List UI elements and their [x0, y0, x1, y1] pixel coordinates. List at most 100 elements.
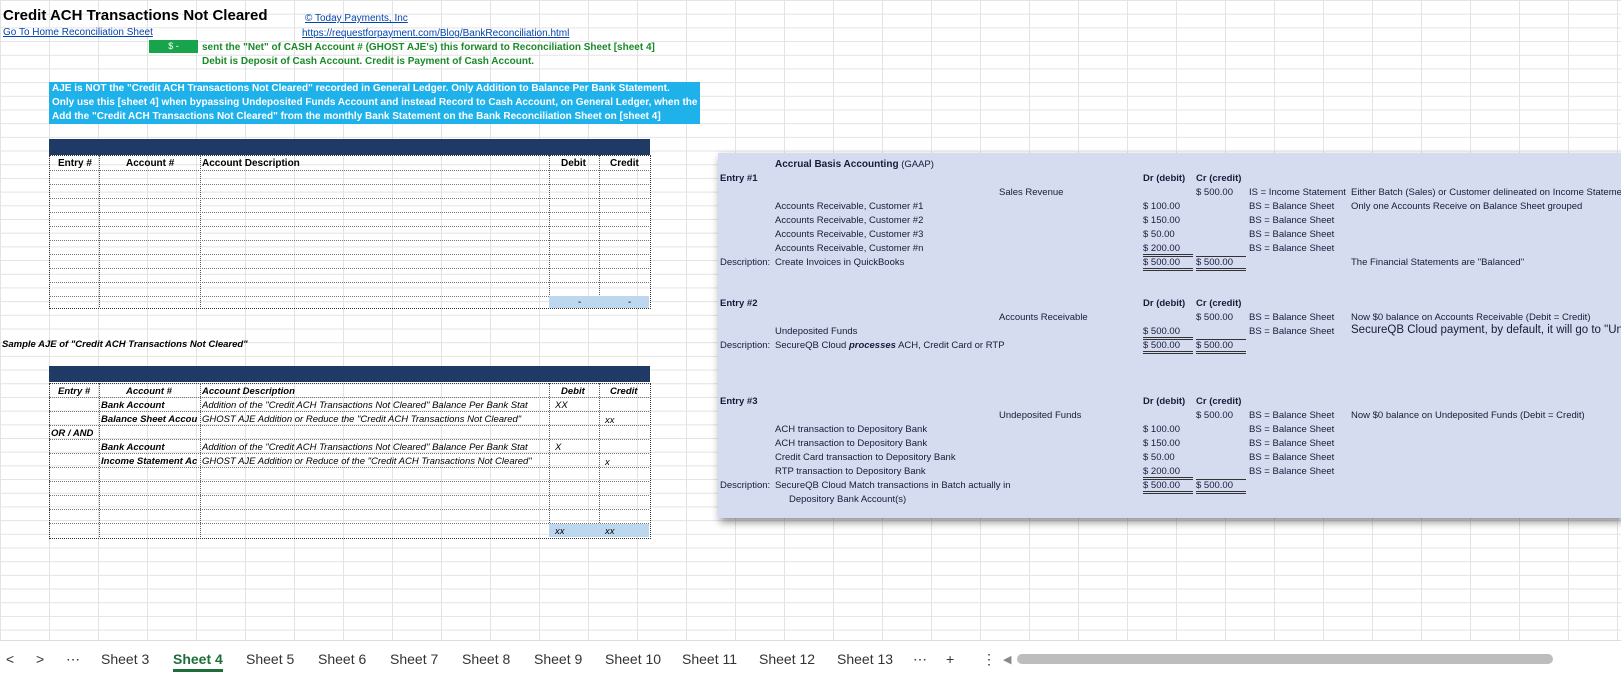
- entry2-cr-label: Cr (credit): [1196, 298, 1242, 309]
- tab-sheet-9[interactable]: Sheet 9: [534, 651, 582, 667]
- entry1-line1-bs: BS = Balance Sheet: [1249, 201, 1335, 212]
- url-link[interactable]: https://requestforpayment.com/Blog/BankR…: [302, 28, 569, 39]
- entry1-right-note-2: Only one Accounts Receive on Balance She…: [1351, 201, 1583, 212]
- tab-sheet-4[interactable]: Sheet 4: [173, 651, 223, 672]
- t2-row2-credit[interactable]: xx: [605, 415, 615, 426]
- entry2-desc-label: Description:: [720, 340, 771, 351]
- entry3-line1-bs: BS = Balance Sheet: [1249, 424, 1335, 435]
- prev-sheet-button[interactable]: <: [6, 651, 14, 667]
- entry1-line4-account: Accounts Receivable, Customer #n: [775, 243, 924, 254]
- t2-row1-desc[interactable]: Addition of the "Credit ACH Transactions…: [202, 400, 547, 411]
- entry1-credit-account: Sales Revenue: [999, 187, 1064, 198]
- entry3-total-dr: $ 500.00: [1143, 479, 1193, 494]
- add-sheet-button[interactable]: +: [946, 651, 954, 667]
- entry3-line1-amount: $ 100.00: [1143, 424, 1180, 435]
- t2-total-credit[interactable]: xx: [605, 526, 615, 537]
- entry3-credit-amount: $ 500.00: [1196, 410, 1233, 421]
- tab-sheet-13[interactable]: Sheet 13: [837, 651, 893, 667]
- entry3-total-cr: $ 500.00: [1196, 479, 1246, 494]
- t1-header-credit: Credit: [610, 158, 639, 169]
- entry2-credit-amount: $ 500.00: [1196, 312, 1233, 323]
- t2-header-entry: Entry #: [58, 386, 91, 397]
- copyright-link[interactable]: © Today Payments, Inc: [305, 13, 408, 24]
- t1-total-debit[interactable]: -: [578, 297, 581, 308]
- info-line-2: Only use this [sheet 4] when bypassing U…: [52, 97, 700, 108]
- entry2-debit-account: Undeposited Funds: [775, 326, 858, 337]
- entry3-note: Now $0 balance on Undeposited Funds (Deb…: [1351, 410, 1585, 421]
- sample-aje-label: Sample AJE of "Credit ACH Transactions N…: [2, 339, 248, 350]
- t2-header-debit: Debit: [561, 386, 585, 397]
- t2-row4-account[interactable]: Income Statement Ac: [101, 456, 199, 467]
- entry1-line4-bs: BS = Balance Sheet: [1249, 243, 1335, 254]
- entry3-line3-account: Credit Card transaction to Depository Ba…: [775, 452, 956, 463]
- sheet-options-menu[interactable]: ⋮: [982, 651, 996, 668]
- more-sheets-left-button[interactable]: ⋯: [66, 651, 80, 668]
- entry1-line1-amount: $ 100.00: [1143, 201, 1180, 212]
- tab-sheet-6[interactable]: Sheet 6: [318, 651, 366, 667]
- tab-sheet-12[interactable]: Sheet 12: [759, 651, 815, 667]
- entry2-debit-amount: $ 500.00: [1143, 326, 1193, 338]
- entry1-credit-note: IS = Income Statement: [1249, 187, 1346, 198]
- sheet-title: Credit ACH Transactions Not Cleared: [3, 7, 268, 24]
- note-line-1: sent the "Net" of CASH Account # (GHOST …: [202, 42, 655, 53]
- entry2-total-dr: $ 500.00: [1143, 339, 1193, 354]
- entry1-label: Entry #1: [720, 173, 758, 184]
- panel-title: Accrual Basis Accounting (GAAP): [775, 159, 934, 170]
- entry3-description-2: Depository Bank Account(s): [789, 494, 907, 505]
- entry1-total-dr: $ 500.00: [1143, 256, 1193, 271]
- entry3-credit-account: Undeposited Funds: [999, 410, 1082, 421]
- t2-header-credit: Credit: [610, 386, 638, 397]
- tab-sheet-11[interactable]: Sheet 11: [682, 651, 737, 667]
- t2-row4-credit[interactable]: x: [605, 457, 610, 468]
- tab-sheet-3[interactable]: Sheet 3: [101, 651, 149, 667]
- t2-header-account: Account #: [126, 386, 172, 397]
- tab-sheet-10[interactable]: Sheet 10: [605, 651, 661, 667]
- entry2-credit-account: Accounts Receivable: [999, 312, 1088, 323]
- entry1-line4-amount: $ 200.00: [1143, 243, 1193, 255]
- tab-sheet-7[interactable]: Sheet 7: [390, 651, 438, 667]
- t2-row3-debit[interactable]: X: [555, 442, 561, 453]
- entry2-total-cr: $ 500.00: [1196, 339, 1246, 354]
- entry3-line4-bs: BS = Balance Sheet: [1249, 466, 1335, 477]
- t2-row1-debit[interactable]: XX: [555, 400, 568, 411]
- t2-total-debit[interactable]: xx: [555, 526, 565, 537]
- t1-total-credit[interactable]: -: [628, 297, 631, 308]
- entry3-line3-amount: $ 50.00: [1143, 452, 1175, 463]
- entry1-line1-account: Accounts Receivable, Customer #1: [775, 201, 924, 212]
- entry3-cr-label: Cr (credit): [1196, 396, 1242, 407]
- horizontal-scrollbar[interactable]: [1017, 654, 1553, 664]
- entry3-line2-account: ACH transaction to Depository Bank: [775, 438, 928, 449]
- t2-row2-desc[interactable]: GHOST AJE Addition or Reduce the "Credit…: [202, 414, 547, 425]
- tab-sheet-8[interactable]: Sheet 8: [462, 651, 510, 667]
- entry1-dr-label: Dr (debit): [1143, 173, 1186, 184]
- t2-row4-desc[interactable]: GHOST AJE Addition or Reduce of the "Cre…: [202, 456, 547, 467]
- entry3-desc-label: Description:: [720, 480, 771, 491]
- t2-header-description: Account Description: [202, 386, 295, 397]
- t1-header-entry: Entry #: [58, 158, 92, 169]
- note-line-2: Debit is Deposit of Cash Account. Credit…: [202, 56, 535, 67]
- entry1-balanced-note: The Financial Statements are "Balanced": [1351, 257, 1525, 268]
- t2-row3-desc[interactable]: Addition of the "Credit ACH Transactions…: [202, 442, 547, 453]
- entry3-line2-bs: BS = Balance Sheet: [1249, 438, 1335, 449]
- more-sheets-right-button[interactable]: ⋯: [913, 651, 927, 668]
- t2-row2-account[interactable]: Balance Sheet Accou: [101, 414, 199, 425]
- scroll-left-icon[interactable]: ◀: [1003, 653, 1011, 666]
- entry2-description: SecureQB Cloud processes ACH, Credit Car…: [775, 340, 1005, 351]
- t2-row1-account[interactable]: Bank Account: [101, 400, 165, 411]
- accrual-accounting-panel[interactable]: Accrual Basis Accounting (GAAP) Entry #1…: [718, 153, 1621, 518]
- info-box: AJE is NOT the "Credit ACH Transactions …: [49, 82, 700, 124]
- entry1-credit-amount: $ 500.00: [1196, 187, 1233, 198]
- tab-sheet-5[interactable]: Sheet 5: [246, 651, 294, 667]
- next-sheet-button[interactable]: >: [36, 651, 44, 667]
- entry1-desc-label: Description:: [720, 257, 771, 268]
- entry2-dr-label: Dr (debit): [1143, 298, 1186, 309]
- entry1-right-note-1: Either Batch (Sales) or Customer delinea…: [1351, 187, 1621, 198]
- entry2-credit-bs: BS = Balance Sheet: [1249, 312, 1335, 323]
- t2-row3-account[interactable]: Bank Account: [101, 442, 165, 453]
- t1-totals-row: [549, 296, 649, 308]
- entry2-note-1: Now $0 balance on Accounts Receivable (D…: [1351, 312, 1591, 323]
- entry1-line2-bs: BS = Balance Sheet: [1249, 215, 1335, 226]
- net-amount-cell[interactable]: $ -: [149, 40, 198, 53]
- entry1-cr-label: Cr (credit): [1196, 173, 1242, 184]
- home-link[interactable]: Go To Home Reconciliation Sheet: [3, 27, 153, 38]
